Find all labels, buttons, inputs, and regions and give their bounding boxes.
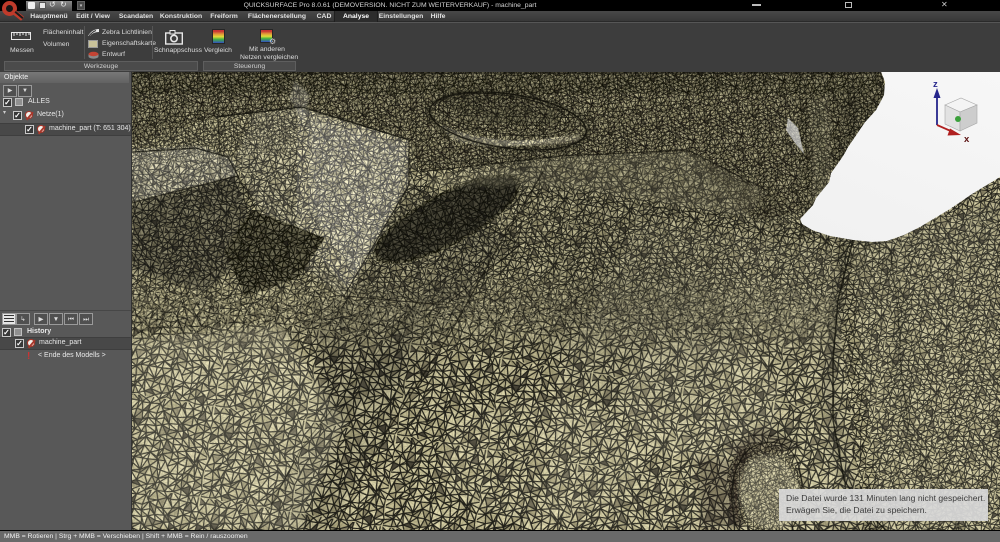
svg-text:Erwägen Sie, die Datei zu spei: Erwägen Sie, die Datei zu speichern. (786, 505, 927, 515)
svg-text:Die Datei wurde 131 Minuten la: Die Datei wurde 131 Minuten lang nicht g… (786, 493, 985, 503)
svg-text:x: x (964, 134, 970, 145)
svg-text:z: z (933, 79, 938, 90)
